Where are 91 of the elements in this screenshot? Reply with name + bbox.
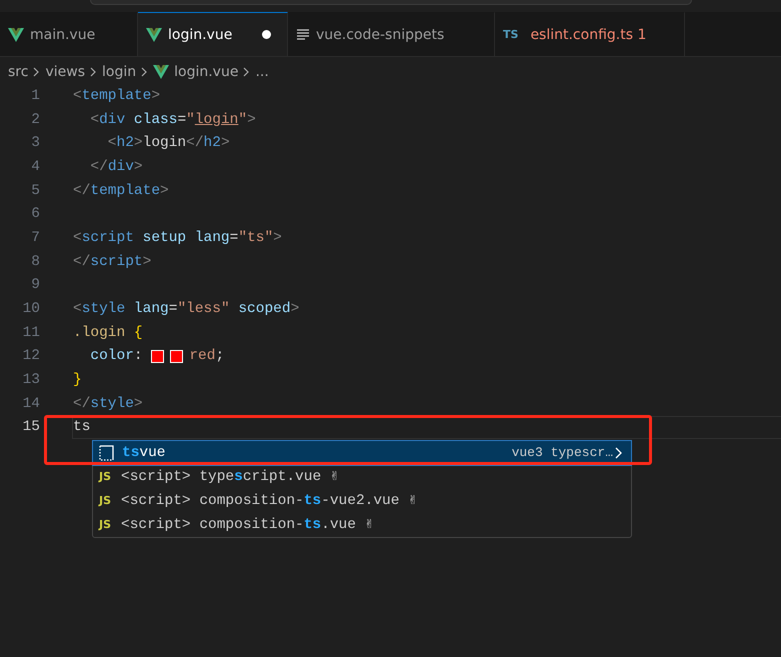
code-token: scoped	[237, 301, 291, 318]
code-token: </	[89, 158, 108, 175]
code-token: h2	[204, 135, 221, 152]
code-token: <	[89, 112, 100, 128]
breadcrumb-item[interactable]: src	[8, 64, 28, 80]
code-token: >	[151, 88, 160, 104]
code-token: <	[73, 230, 82, 246]
code-token: style	[82, 301, 126, 318]
code-token: </	[73, 254, 90, 270]
line-number: 10	[22, 301, 40, 318]
suggestion-item[interactable]: JS <script> composition-ts.vue ✌	[93, 513, 631, 537]
line-number: 14	[22, 396, 40, 412]
code-token: template	[82, 88, 152, 104]
code-token: class	[132, 112, 178, 128]
line-number: 3	[30, 135, 40, 152]
js-icon: JS	[99, 516, 113, 534]
code-token: >	[247, 112, 256, 128]
code-token: color	[89, 348, 134, 364]
code-token: </	[73, 396, 90, 412]
code-token: :	[134, 348, 144, 364]
code-token: div	[108, 158, 134, 175]
suggestion-item[interactable]: JS <script> composition-ts-vue2.vue ✌	[93, 489, 631, 513]
code-token: <	[106, 135, 117, 152]
chevron-icon	[615, 447, 623, 459]
code-token: ;	[215, 348, 224, 364]
code-token: >	[134, 396, 143, 412]
code-token: =	[177, 112, 186, 128]
color-swatch[interactable]	[170, 350, 184, 363]
code-token: script	[82, 230, 134, 246]
code-token: >	[134, 158, 143, 175]
line-number: 5	[30, 182, 40, 199]
code-token: >	[134, 135, 143, 152]
code-token: >	[220, 135, 230, 152]
js-icon: JS	[99, 492, 113, 510]
vue-logo-icon	[153, 65, 170, 79]
code-token: login	[142, 135, 186, 152]
code-token: >	[290, 301, 300, 318]
code-token: .login	[73, 324, 126, 341]
line-number: 7	[30, 230, 40, 246]
code-token: <	[73, 301, 82, 318]
line-number: 11	[22, 324, 40, 341]
vue-logo-icon	[146, 28, 162, 42]
js-icon: JS	[99, 468, 113, 486]
line-number: 13	[22, 372, 40, 388]
breadcrumb-item[interactable]: login	[102, 64, 136, 80]
editor-tab[interactable]: login.vue	[138, 12, 288, 56]
chevron-icon	[243, 67, 250, 77]
code-token: lang	[132, 301, 169, 318]
code-token: >	[273, 230, 282, 246]
code-token: script	[90, 254, 143, 270]
chevron-icon	[141, 67, 148, 77]
code-token: "ts"	[238, 230, 274, 246]
breadcrumb-item[interactable]: ...	[255, 64, 269, 80]
line-number: 6	[30, 206, 40, 222]
code-token: >	[142, 254, 152, 270]
lines-icon	[296, 28, 310, 40]
code-token: </	[186, 135, 204, 152]
code-token: }	[73, 372, 82, 388]
snippet-icon	[99, 445, 114, 461]
code-token: "less"	[177, 301, 230, 318]
code-token: >	[160, 182, 169, 199]
code-token: =	[168, 301, 178, 318]
breadcrumb-item[interactable]: login.vue	[174, 64, 238, 80]
code-token: red	[189, 348, 216, 364]
line-number: 12	[22, 348, 40, 364]
code-token: "	[186, 112, 195, 128]
ts-file-icon: TS	[503, 28, 518, 41]
code-token: "	[238, 112, 248, 128]
line-number: 4	[30, 158, 40, 175]
code-token: h2	[116, 135, 134, 152]
code-token: setup lang	[142, 230, 230, 246]
code-token: =	[230, 230, 238, 246]
code-token: ts	[73, 419, 90, 436]
vue-logo-icon	[8, 28, 24, 42]
suggestion-item[interactable]: JS <script> typescript.vue ✌	[93, 465, 631, 489]
color-swatch[interactable]	[151, 350, 164, 363]
line-number: 9	[30, 277, 40, 294]
code-token: template	[90, 182, 160, 199]
code-token: <	[73, 88, 82, 104]
chevron-icon	[33, 67, 40, 77]
code-token: {	[134, 324, 143, 341]
line-number: 8	[30, 254, 40, 270]
code-token: login	[194, 112, 238, 128]
code-token: </	[73, 182, 90, 199]
line-number: 2	[30, 112, 40, 128]
code-token: style	[90, 396, 134, 412]
line-number: 15	[22, 419, 40, 436]
chevron-icon	[90, 67, 97, 77]
line-number: 1	[30, 88, 40, 104]
breadcrumb-item[interactable]: views	[45, 64, 85, 80]
code-token: div	[99, 112, 126, 128]
